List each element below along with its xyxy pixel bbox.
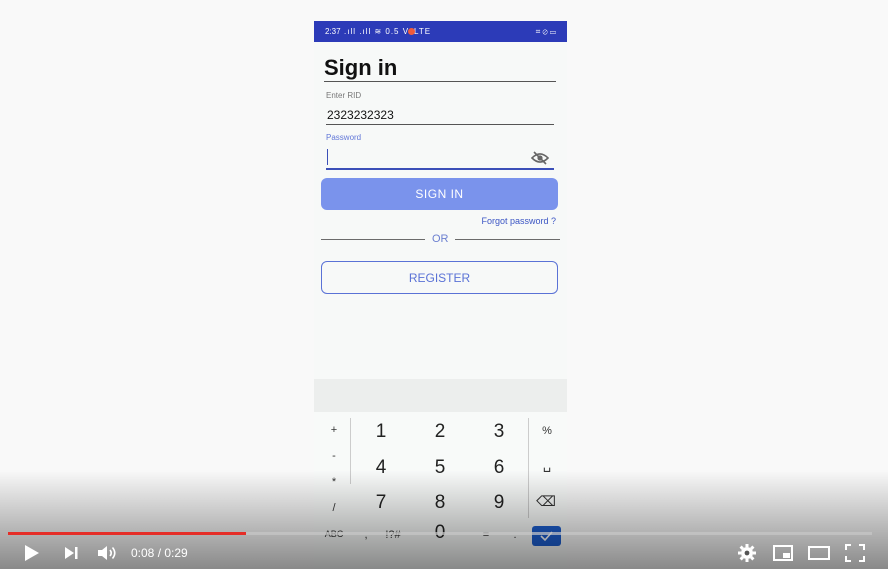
key-6[interactable]: 6 [484, 457, 514, 479]
status-right-icons: ⌗ ⊘ ▭ [535, 27, 556, 36]
rid-underline [326, 124, 554, 125]
key-multiply[interactable]: * [324, 476, 344, 488]
volume-icon[interactable] [95, 542, 119, 564]
key-percent[interactable]: % [537, 425, 557, 437]
visibility-off-icon[interactable] [531, 151, 549, 165]
key-divide[interactable]: / [324, 502, 344, 514]
register-button[interactable]: REGISTER [321, 261, 558, 294]
notification-dot-icon [408, 28, 415, 35]
key-period[interactable]: . [505, 529, 525, 541]
key-comma[interactable]: , [356, 529, 376, 541]
check-icon [540, 531, 553, 542]
rid-field[interactable]: 2323232323 [327, 108, 394, 122]
key-5[interactable]: 5 [425, 457, 455, 479]
key-3[interactable]: 3 [484, 421, 514, 443]
done-key[interactable] [532, 526, 561, 546]
video-frame: 2:37 .ıll .ıll ≋ 0.5 VoLTE ⌗ ⊘ ▭ Sign in… [0, 0, 888, 569]
phone-screen: 2:37 .ıll .ıll ≋ 0.5 VoLTE ⌗ ⊘ ▭ Sign in… [314, 21, 567, 569]
or-divider-left [321, 239, 425, 240]
or-divider-right [455, 239, 560, 240]
password-label: Password [326, 133, 362, 142]
or-text: OR [432, 233, 449, 245]
key-7[interactable]: 7 [366, 492, 396, 514]
password-underline [326, 168, 554, 170]
fullscreen-icon[interactable] [843, 542, 867, 564]
keyboard-toolbar [314, 379, 567, 412]
status-bar: 2:37 .ıll .ıll ≋ 0.5 VoLTE ⌗ ⊘ ▭ [314, 21, 567, 42]
page-title: Sign in [324, 55, 398, 80]
sign-in-button[interactable]: SIGN IN [321, 178, 558, 210]
key-8[interactable]: 8 [425, 492, 455, 514]
key-symbols[interactable]: !?# [380, 529, 406, 541]
key-equals[interactable]: = [476, 529, 496, 541]
seek-bar-progress [8, 532, 247, 535]
key-plus[interactable]: + [324, 424, 344, 436]
rid-label: Enter RID [326, 91, 362, 100]
time-display: 0:08 / 0:29 [131, 546, 188, 560]
miniplayer-icon[interactable] [771, 542, 795, 564]
signal-icons: .ıll .ıll ≋ 0.5 VoLTE [344, 27, 432, 36]
next-icon[interactable] [60, 542, 84, 564]
settings-gear-icon[interactable] [735, 542, 759, 564]
play-icon[interactable] [20, 542, 44, 564]
title-divider [324, 81, 556, 82]
text-caret [327, 149, 328, 165]
key-2[interactable]: 2 [425, 421, 455, 443]
key-minus[interactable]: - [324, 450, 344, 462]
password-field[interactable] [327, 149, 527, 165]
space-key-icon[interactable]: ␣ [537, 457, 557, 473]
status-time: 2:37 [325, 27, 341, 36]
key-9[interactable]: 9 [484, 492, 514, 514]
key-4[interactable]: 4 [366, 457, 396, 479]
keyboard-separator [528, 418, 529, 518]
numeric-keyboard: + - * / ABC 1 2 3 4 5 6 7 8 9 0 % ␣ ⌫ , … [314, 412, 567, 569]
backspace-icon[interactable]: ⌫ [536, 493, 556, 510]
forgot-password-link[interactable]: Forgot password ? [481, 216, 556, 226]
key-1[interactable]: 1 [366, 421, 396, 443]
theater-mode-icon[interactable] [807, 542, 831, 564]
keyboard-separator [350, 418, 351, 484]
